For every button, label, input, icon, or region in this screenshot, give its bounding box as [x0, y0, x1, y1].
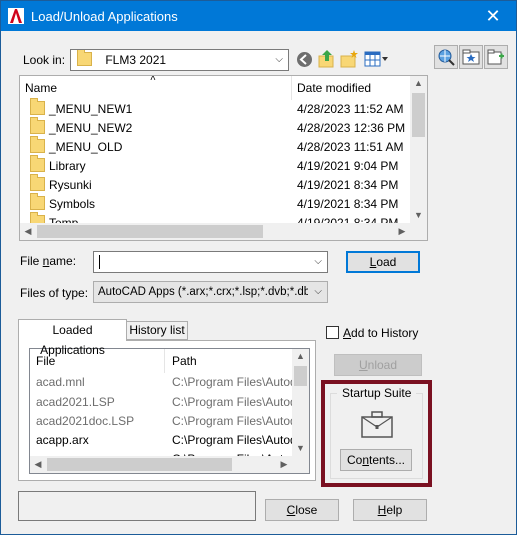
- load-unload-dialog: Load/Unload Applications ✕ Look in: FLM3…: [0, 0, 517, 535]
- add-to-history-checkbox[interactable]: [326, 326, 339, 339]
- table-row-file[interactable]: acad.mnl: [36, 373, 85, 392]
- add-places-icon: [487, 49, 504, 65]
- files-of-type-label: Files of type:: [20, 286, 89, 300]
- look-in-select[interactable]: FLM3 2021 ⌵: [70, 49, 289, 71]
- file-name-label: File name:: [20, 254, 77, 268]
- loaded-applications-list[interactable]: File Path acad.mnl C:\Program Files\Auto…: [29, 348, 310, 474]
- file-name-input[interactable]: ⌵: [93, 251, 328, 273]
- add-favorites-icon: [462, 49, 480, 65]
- files-of-type-select[interactable]: AutoCAD Apps (*.arx;*.crx;*.lsp;*.dvb;*.…: [93, 281, 328, 303]
- look-in-label: Look in:: [23, 53, 66, 67]
- scroll-down-icon[interactable]: ▼: [410, 210, 427, 220]
- close-window-icon[interactable]: ✕: [470, 1, 516, 31]
- file-list-vertical-scrollbar[interactable]: ▲ ▼: [410, 76, 427, 223]
- scroll-down-icon[interactable]: ▼: [292, 443, 309, 453]
- add-to-history-label[interactable]: Add to History: [343, 326, 418, 340]
- list-item[interactable]: _MENU_NEW1: [30, 98, 132, 119]
- scroll-up-icon[interactable]: ▲: [410, 78, 427, 88]
- folder-icon: [30, 117, 45, 134]
- table-row-file[interactable]: acad2021doc.LSP: [36, 412, 134, 431]
- add-favorites-button[interactable]: [459, 45, 483, 69]
- folder-icon: [30, 155, 45, 172]
- folder-icon: [30, 98, 45, 115]
- sort-ascending-icon: ˄: [150, 75, 156, 84]
- scroll-up-icon[interactable]: ▲: [292, 351, 309, 361]
- briefcase-icon: [361, 411, 393, 438]
- search-web-icon: [438, 49, 455, 66]
- tab-history-list[interactable]: History list: [126, 321, 188, 340]
- table-row-path: C:\Program Files\Autodes: [172, 395, 292, 409]
- column-header-path[interactable]: Path: [172, 349, 197, 373]
- title-bar: Load/Unload Applications ✕: [1, 1, 516, 31]
- list-item[interactable]: _MENU_OLD: [30, 136, 122, 157]
- close-button[interactable]: Close: [265, 499, 339, 521]
- load-button[interactable]: Load: [346, 251, 420, 273]
- loaded-list-vertical-scrollbar[interactable]: ▲ ▼: [292, 349, 309, 456]
- chevron-down-icon: ⌵: [275, 54, 283, 65]
- tab-loaded-applications[interactable]: Loaded Applications: [18, 319, 127, 357]
- views-icon: [364, 51, 388, 67]
- scroll-right-icon[interactable]: ▶: [397, 226, 407, 237]
- table-row-path: C:\Program Files\Autodes: [172, 433, 292, 447]
- folder-icon: [30, 136, 45, 153]
- text-caret: [99, 255, 100, 269]
- chevron-down-icon: ⌵: [314, 286, 322, 297]
- scroll-left-icon[interactable]: ◀: [23, 226, 33, 237]
- list-item-date: 4/28/2023 11:51 AM: [297, 140, 404, 154]
- scroll-left-icon[interactable]: ◀: [33, 459, 43, 470]
- scroll-thumb[interactable]: [47, 458, 232, 471]
- table-row-file[interactable]: acapp.arx: [36, 431, 89, 450]
- column-header-date[interactable]: Date modified: [297, 76, 371, 100]
- contents-button[interactable]: Contents...: [340, 449, 412, 471]
- autocad-app-icon: [8, 8, 24, 24]
- search-web-button[interactable]: [434, 45, 458, 69]
- folder-icon: [30, 193, 45, 210]
- scroll-corner: [410, 223, 427, 240]
- folder-icon: [77, 50, 92, 66]
- window-title: Load/Unload Applications: [31, 9, 178, 24]
- file-list-horizontal-scrollbar[interactable]: ◀ ▶: [20, 223, 410, 240]
- list-item-date: 4/28/2023 12:36 PM: [297, 121, 406, 135]
- list-item-date: 4/19/2021 8:34 PM: [297, 197, 399, 211]
- scroll-corner: [292, 456, 309, 473]
- chevron-down-icon[interactable]: ⌵: [314, 252, 322, 272]
- unload-button[interactable]: Unload: [334, 354, 422, 376]
- list-item[interactable]: Rysunki: [30, 174, 92, 195]
- column-divider: [164, 349, 165, 373]
- look-in-value: FLM3 2021: [105, 53, 167, 67]
- list-item-date: 4/19/2021 9:04 PM: [297, 159, 399, 173]
- file-list[interactable]: Name ˄ Date modified _MENU_NEW1 4/28/202…: [19, 75, 428, 241]
- table-row-path: C:\Program Files\Autodes: [172, 375, 292, 389]
- new-folder-icon[interactable]: [340, 49, 358, 68]
- back-icon[interactable]: [296, 51, 313, 68]
- scroll-thumb[interactable]: [294, 366, 307, 386]
- list-item-date: 4/19/2021 8:34 PM: [297, 178, 399, 192]
- list-item[interactable]: Library: [30, 155, 86, 176]
- views-menu[interactable]: [364, 50, 390, 68]
- table-row-file[interactable]: acad2021.LSP: [36, 393, 115, 412]
- scroll-thumb[interactable]: [37, 225, 263, 238]
- list-item[interactable]: Symbols: [30, 193, 95, 214]
- column-header-name[interactable]: Name: [25, 76, 57, 100]
- list-item[interactable]: _MENU_NEW2: [30, 117, 132, 138]
- column-divider: [291, 76, 292, 100]
- startup-suite-title: Startup Suite: [337, 386, 417, 400]
- up-folder-icon[interactable]: [318, 49, 336, 68]
- status-field: [18, 491, 256, 521]
- table-row-path: C:\Program Files\Autodes: [172, 414, 292, 428]
- loaded-applications-panel: File Path acad.mnl C:\Program Files\Auto…: [18, 340, 316, 481]
- scroll-thumb[interactable]: [412, 93, 425, 137]
- add-places-button[interactable]: [484, 45, 508, 69]
- help-button[interactable]: Help: [353, 499, 427, 521]
- scroll-right-icon[interactable]: ▶: [279, 459, 289, 470]
- folder-icon: [30, 174, 45, 191]
- loaded-list-horizontal-scrollbar[interactable]: ◀ ▶: [30, 456, 292, 473]
- list-item-date: 4/28/2023 11:52 AM: [297, 102, 404, 116]
